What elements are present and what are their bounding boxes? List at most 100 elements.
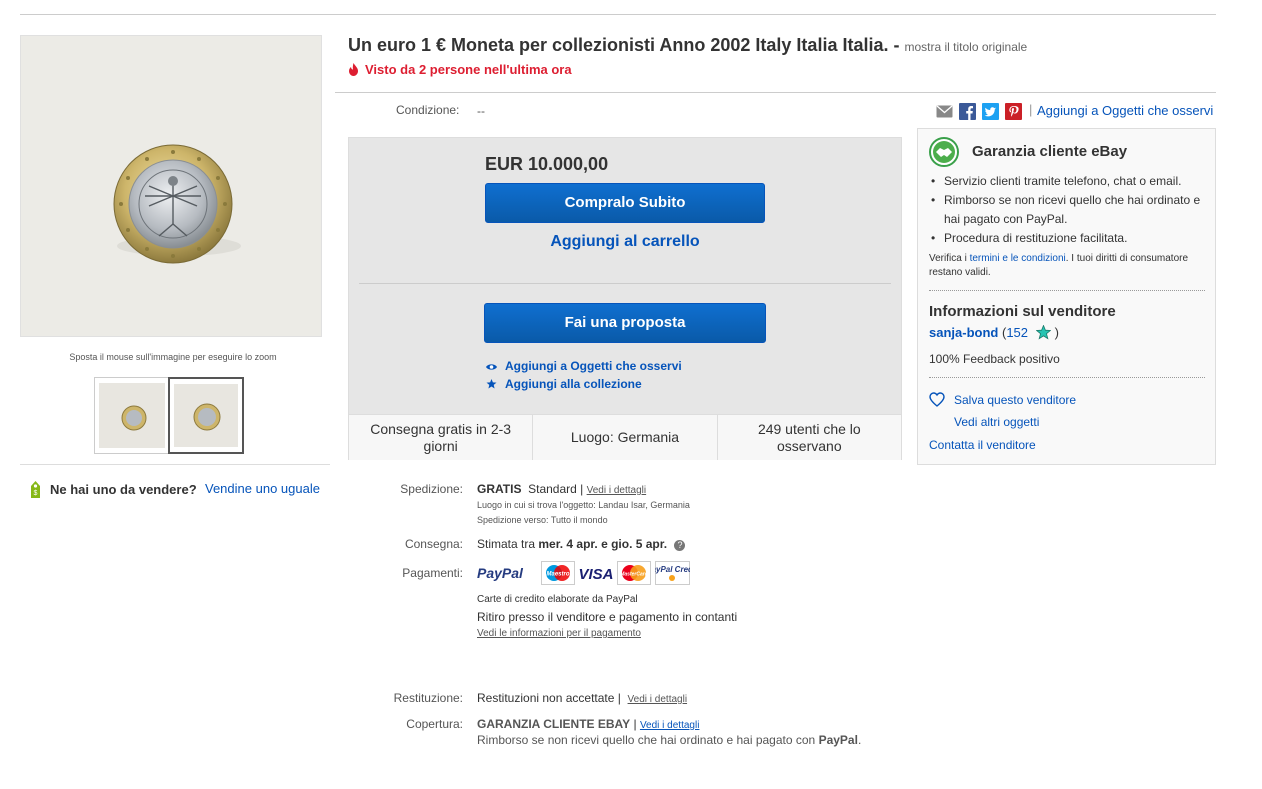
item-location: Luogo in cui si trova l'oggetto: Landau … bbox=[477, 500, 690, 510]
sell-question: Ne hai uno da vendere? bbox=[50, 482, 197, 497]
payments-label: Pagamenti: bbox=[402, 566, 463, 580]
facebook-share-icon[interactable] bbox=[959, 103, 976, 120]
guarantee-title: Garanzia cliente eBay bbox=[972, 143, 1128, 160]
shipping-value: GRATIS Standard | Vedi i dettagli bbox=[477, 482, 646, 496]
contact-seller-link[interactable]: Contatta il venditore bbox=[929, 438, 1036, 452]
pinterest-share-icon[interactable] bbox=[1005, 103, 1022, 120]
guarantee-item: Rimborso se non ricevi quello che hai or… bbox=[929, 191, 1209, 229]
shipping-label: Spedizione: bbox=[400, 482, 463, 496]
coverage-text-end: . bbox=[857, 733, 862, 747]
zoom-hint: Sposta il mouse sull'immagine per esegui… bbox=[69, 352, 277, 362]
fire-icon bbox=[349, 63, 358, 76]
returns-label: Restituzione: bbox=[393, 691, 463, 705]
original-title-link[interactable]: mostra il titolo originale bbox=[905, 40, 1028, 54]
guarantee-note-prefix: Verifica i bbox=[929, 253, 967, 264]
feedback-score-close: ) bbox=[1054, 325, 1059, 340]
add-to-cart-link[interactable]: Aggiungi al carrello bbox=[485, 233, 765, 251]
share-separator: | bbox=[1029, 102, 1033, 117]
coin-image bbox=[113, 144, 241, 264]
delivery-info: Consegna gratis in 2-3 giorni bbox=[349, 415, 534, 460]
returns-details-link[interactable]: Vedi i dettagli bbox=[628, 694, 688, 705]
title-divider bbox=[335, 92, 1216, 93]
coverage-separator: | bbox=[633, 717, 637, 731]
coin-thumbnail bbox=[121, 405, 147, 431]
coin-thumbnail bbox=[193, 403, 221, 431]
ships-to: Spedizione verso: Tutto il mondo bbox=[477, 515, 608, 525]
item-price: EUR 10.000,00 bbox=[485, 154, 609, 174]
panel-divider bbox=[929, 290, 1205, 291]
add-to-watchlist-link[interactable]: Aggiungi a Oggetti che osservi bbox=[1037, 103, 1213, 118]
add-to-watchlist-secondary-link[interactable]: Aggiungi a Oggetti che osservi bbox=[486, 359, 682, 373]
returns-value: Restituzioni non accettate | Vedi i dett… bbox=[477, 691, 687, 705]
add-to-collection-label: Aggiungi alla collezione bbox=[505, 377, 642, 391]
buy-box-divider bbox=[359, 283, 891, 284]
condition-label: Condizione: bbox=[396, 103, 460, 117]
views-alert: Visto da 2 persone nell'ultima ora bbox=[348, 62, 572, 77]
visa-logo: VISA bbox=[578, 566, 613, 583]
thumbnail-1[interactable] bbox=[94, 377, 170, 454]
paypal-credit-note: Carte di credito elaborate da PayPal bbox=[477, 594, 638, 605]
guarantee-list: Servizio clienti tramite telefono, chat … bbox=[929, 172, 1209, 248]
returns-text: Restituzioni non accettate | bbox=[477, 691, 621, 705]
coverage-value: GARANZIA CLIENTE EBAY | Vedi i dettagli bbox=[477, 717, 699, 731]
delivery-value: Stimata tra mer. 4 apr. e gio. 5 apr. ? bbox=[477, 537, 686, 551]
coverage-details-link[interactable]: Vedi i dettagli bbox=[640, 720, 700, 731]
paypal-pay-text: PayPal bbox=[477, 565, 524, 581]
coverage-label: Copertura: bbox=[406, 717, 463, 731]
shipping-details-link[interactable]: Vedi i dettagli bbox=[587, 485, 647, 496]
paypal-credit-logo: PayPal Credit bbox=[655, 561, 690, 585]
buy-now-button[interactable]: Compralo Subito bbox=[485, 183, 765, 223]
terms-link[interactable]: termini e le condizioni bbox=[970, 253, 1066, 264]
seller-name-link[interactable]: sanja-bond bbox=[929, 325, 998, 340]
main-product-image[interactable] bbox=[20, 35, 322, 337]
more-items-link[interactable]: Vedi altri oggetti bbox=[954, 415, 1039, 429]
left-divider bbox=[20, 464, 330, 465]
guarantee-item: Procedura di restituzione facilitata. bbox=[929, 229, 1209, 248]
mastercard-logo: MasterCard bbox=[617, 561, 651, 585]
shipping-type: Standard | bbox=[528, 482, 584, 496]
mastercard-text: MasterCard bbox=[620, 572, 648, 578]
item-title: Un euro 1 € Moneta per collezionisti Ann… bbox=[348, 35, 1027, 56]
price-tag-icon: $ bbox=[31, 481, 40, 498]
payment-info-link[interactable]: Vedi le informazioni per il pagamento bbox=[477, 628, 641, 639]
guarantee-note: Verifica i termini e le condizioni. I tu… bbox=[929, 252, 1209, 280]
handshake-icon bbox=[929, 137, 959, 167]
heart-icon[interactable] bbox=[929, 392, 945, 407]
maestro-text: Maestro bbox=[546, 572, 569, 578]
visa-text: VISA bbox=[578, 566, 613, 583]
pickup-note: Ritiro presso il venditore e pagamento i… bbox=[477, 610, 738, 624]
buy-box-info-strip: Consegna gratis in 2-3 giorni Luogo: Ger… bbox=[349, 414, 901, 460]
sell-similar-link[interactable]: Vendine uno uguale bbox=[205, 481, 320, 496]
email-share-icon[interactable] bbox=[936, 103, 953, 120]
star-icon bbox=[486, 379, 497, 389]
location-info: Luogo: Germania bbox=[533, 415, 718, 460]
feedback-star-icon bbox=[1035, 324, 1052, 340]
help-icon[interactable]: ? bbox=[674, 540, 686, 551]
paypal-logo: PayPal bbox=[477, 565, 524, 581]
coverage-paypal: PayPal bbox=[818, 733, 858, 747]
seller-info-title: Informazioni sul venditore bbox=[929, 303, 1116, 320]
twitter-share-icon[interactable] bbox=[982, 103, 999, 120]
top-divider bbox=[20, 14, 1216, 15]
seller-line: sanja-bond (152 ) bbox=[929, 324, 1059, 340]
condition-value: -- bbox=[477, 104, 485, 118]
paypal-credit-text: PayPal Credit bbox=[655, 565, 690, 574]
make-offer-button[interactable]: Fai una proposta bbox=[484, 303, 766, 343]
eye-icon bbox=[486, 364, 497, 370]
add-to-collection-link[interactable]: Aggiungi alla collezione bbox=[486, 377, 642, 391]
feedback-score-link[interactable]: 152 bbox=[1006, 325, 1028, 340]
coverage-text: Rimborso se non ricevi quello che hai or… bbox=[477, 733, 877, 748]
item-title-text: Un euro 1 € Moneta per collezionisti Ann… bbox=[348, 35, 900, 55]
maestro-logo: Maestro bbox=[541, 561, 575, 585]
guarantee-item: Servizio clienti tramite telefono, chat … bbox=[929, 172, 1209, 191]
shipping-free: GRATIS bbox=[477, 482, 522, 496]
views-alert-text: Visto da 2 persone nell'ultima ora bbox=[365, 62, 572, 77]
delivery-dates: mer. 4 apr. e gio. 5 apr. bbox=[538, 537, 668, 551]
coverage-title: GARANZIA CLIENTE EBAY bbox=[477, 717, 631, 731]
save-seller-link[interactable]: Salva questo venditore bbox=[954, 393, 1076, 407]
svg-text:$: $ bbox=[34, 490, 38, 497]
add-to-watchlist-label: Aggiungi a Oggetti che osservi bbox=[505, 359, 682, 373]
watchers-info: 249 utenti che lo osservano bbox=[757, 420, 861, 454]
thumbnail-2[interactable] bbox=[168, 377, 244, 454]
coverage-text-main: Rimborso se non ricevi quello che hai or… bbox=[477, 733, 816, 747]
